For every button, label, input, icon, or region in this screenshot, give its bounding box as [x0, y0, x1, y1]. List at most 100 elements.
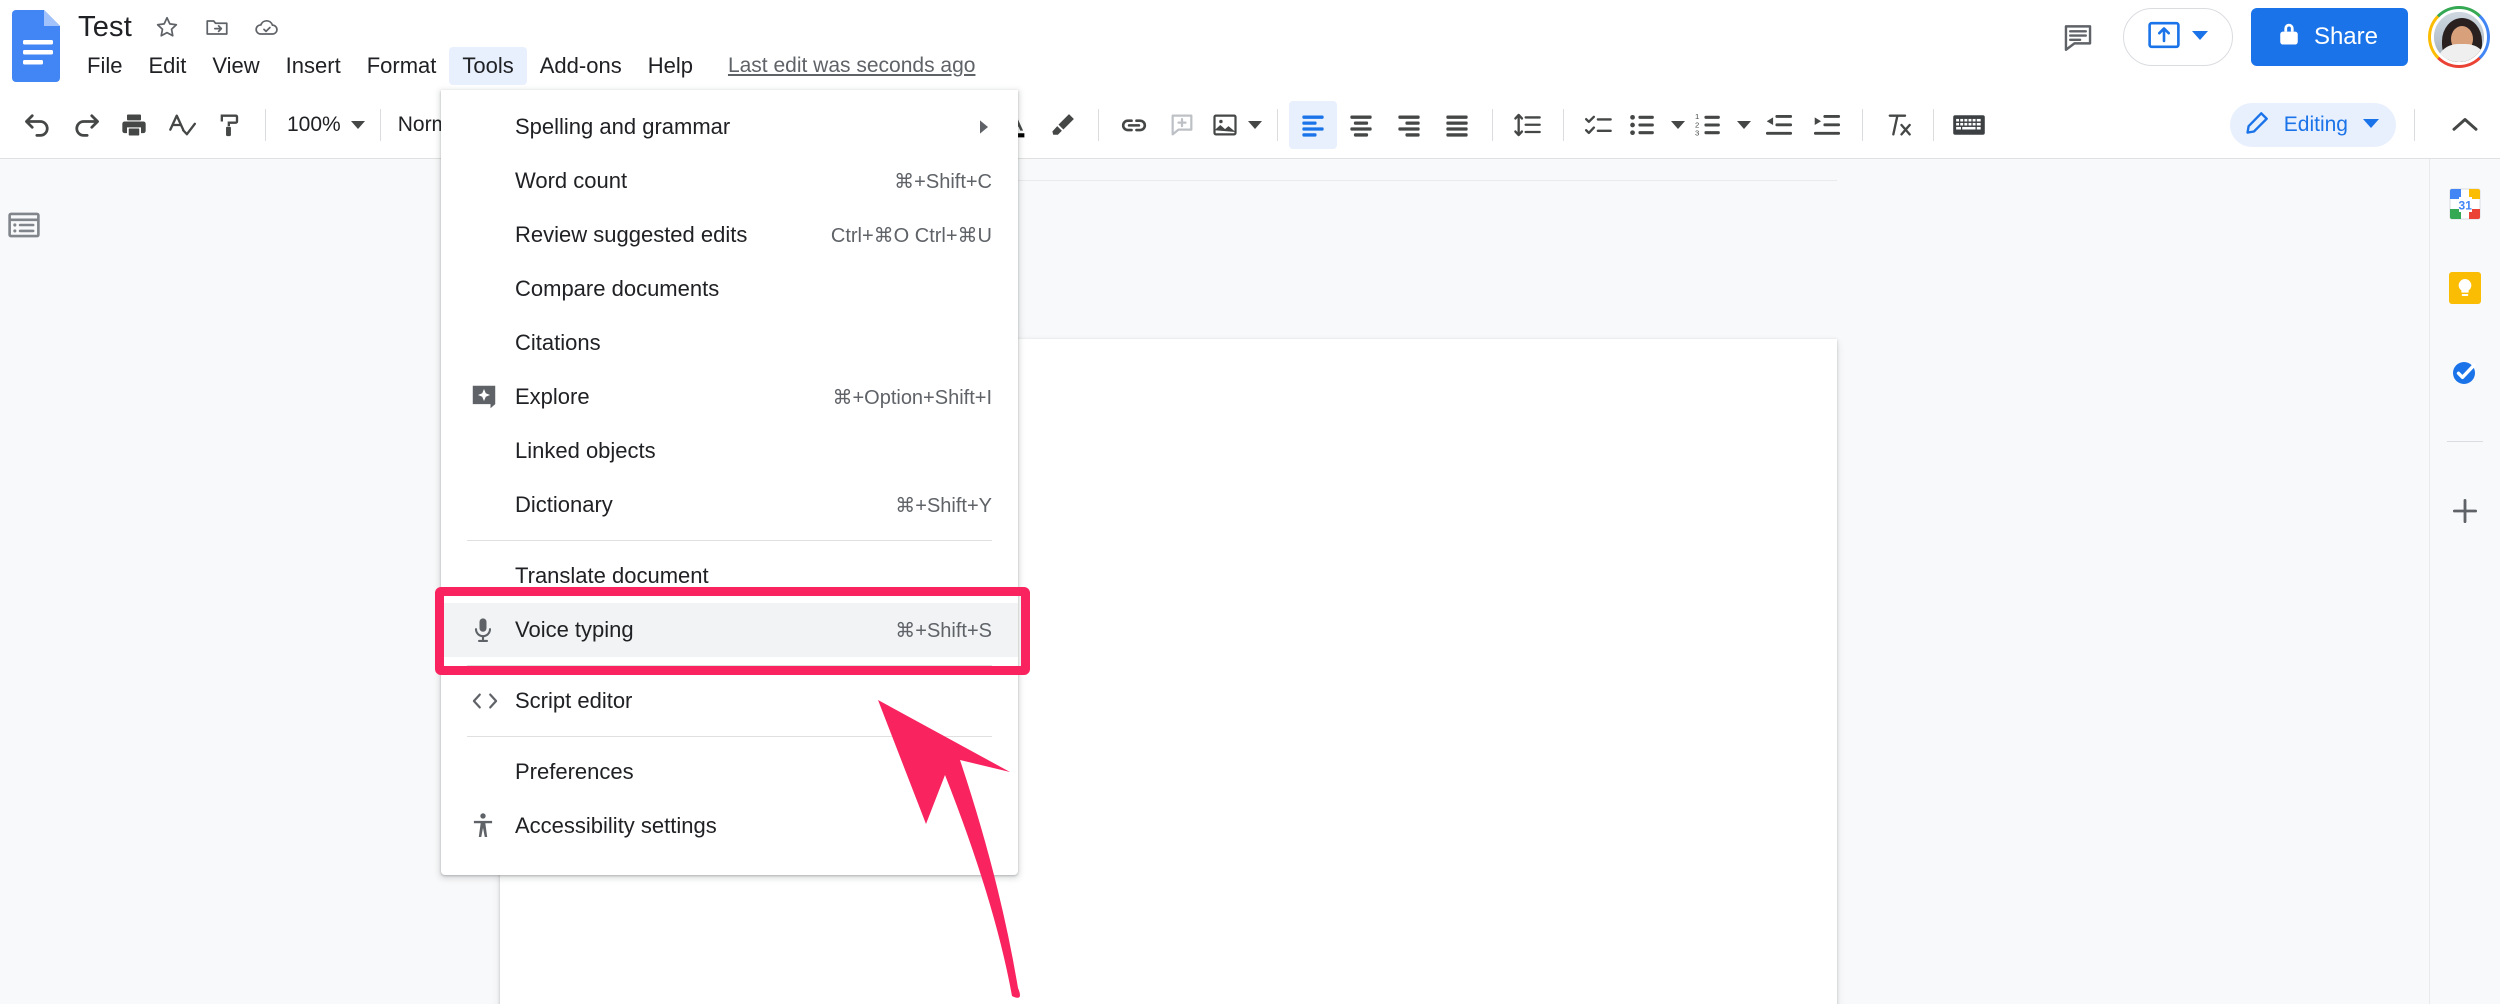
menu-item-translate-document[interactable]: Translate document — [441, 549, 1018, 603]
undo-icon[interactable] — [14, 101, 62, 149]
spellcheck-icon[interactable] — [158, 101, 206, 149]
highlight-color-icon[interactable] — [1039, 101, 1087, 149]
star-icon[interactable] — [152, 12, 182, 42]
menu-item-linked-objects[interactable]: Linked objects — [441, 424, 1018, 478]
menu-item-explore[interactable]: Explore ⌘+Option+Shift+I — [441, 370, 1018, 424]
menu-help[interactable]: Help — [635, 47, 706, 85]
menu-tools[interactable]: Tools — [449, 47, 526, 85]
add-comment-icon[interactable] — [1158, 101, 1206, 149]
menu-format[interactable]: Format — [354, 47, 450, 85]
checklist-icon[interactable] — [1575, 101, 1623, 149]
code-brackets-icon — [471, 690, 515, 712]
menu-item-label: Translate document — [515, 563, 992, 589]
user-avatar[interactable] — [2428, 6, 2490, 68]
line-spacing-icon[interactable] — [1504, 101, 1552, 149]
menu-item-label: Preferences — [515, 759, 992, 785]
submenu-arrow-icon — [976, 119, 992, 135]
link-icon[interactable] — [1110, 101, 1158, 149]
menu-item-word-count[interactable]: Word count ⌘+Shift+C — [441, 154, 1018, 208]
pencil-icon — [2244, 110, 2270, 141]
present-button[interactable] — [2123, 8, 2233, 66]
document-outline-icon[interactable] — [4, 205, 44, 245]
editor-workspace — [0, 159, 2500, 1004]
toolbar-divider — [1933, 109, 1934, 141]
input-tools-icon[interactable] — [1945, 101, 1993, 149]
menu-item-preferences[interactable]: Preferences — [441, 745, 1018, 799]
google-docs-logo-icon — [10, 8, 66, 82]
menu-item-label: Voice typing — [515, 617, 879, 643]
toolbar-divider — [1277, 109, 1278, 141]
present-dropdown-caret-icon[interactable] — [2191, 28, 2209, 46]
menu-item-compare-documents[interactable]: Compare documents — [441, 262, 1018, 316]
toolbar-divider — [1098, 109, 1099, 141]
editing-mode-button[interactable]: Editing — [2230, 103, 2396, 147]
menu-item-label: Explore — [515, 384, 816, 410]
add-on-plus-icon[interactable] — [2444, 490, 2486, 532]
menu-item-shortcut: ⌘+Shift+Y — [895, 493, 992, 518]
google-calendar-icon[interactable]: 31 — [2444, 183, 2486, 225]
decrease-indent-icon[interactable] — [1755, 101, 1803, 149]
move-to-folder-icon[interactable] — [202, 12, 232, 42]
menu-add-ons[interactable]: Add-ons — [527, 47, 635, 85]
chevron-up-icon[interactable] — [2440, 101, 2490, 149]
header-actions: Share — [2049, 4, 2490, 70]
menu-item-shortcut: Ctrl+⌘O Ctrl+⌘U — [831, 223, 992, 248]
align-center-icon[interactable] — [1337, 101, 1385, 149]
chevron-down-icon — [351, 121, 365, 129]
editing-mode-label: Editing — [2284, 113, 2348, 137]
cloud-saved-icon[interactable] — [252, 12, 282, 42]
document-title[interactable]: Test — [78, 7, 132, 47]
menu-item-label: Review suggested edits — [515, 222, 815, 248]
increase-indent-icon[interactable] — [1803, 101, 1851, 149]
menu-item-shortcut: ⌘+Shift+C — [894, 169, 992, 194]
rail-divider — [2447, 441, 2483, 442]
align-right-icon[interactable] — [1385, 101, 1433, 149]
menu-bar: File Edit View Insert Format Tools Add-o… — [74, 46, 975, 86]
chevron-down-icon — [1737, 121, 1751, 129]
last-edit-status[interactable]: Last edit was seconds ago — [728, 54, 976, 78]
menu-item-shortcut: ⌘+Option+Shift+I — [832, 385, 992, 410]
print-icon[interactable] — [110, 101, 158, 149]
bulleted-list-icon[interactable] — [1623, 101, 1689, 149]
menu-item-accessibility-settings[interactable]: Accessibility settings — [441, 799, 1018, 853]
chevron-down-icon — [1248, 121, 1262, 129]
menu-item-label: Dictionary — [515, 492, 879, 518]
menu-item-citations[interactable]: Citations — [441, 316, 1018, 370]
menu-item-label: Accessibility settings — [515, 813, 992, 839]
menu-item-spelling-and-grammar[interactable]: Spelling and grammar — [441, 100, 1018, 154]
menu-item-voice-typing[interactable]: Voice typing ⌘+Shift+S — [441, 603, 1018, 657]
menu-item-review-suggested-edits[interactable]: Review suggested edits Ctrl+⌘O Ctrl+⌘U — [441, 208, 1018, 262]
share-button[interactable]: Share — [2251, 8, 2408, 66]
menu-item-script-editor[interactable]: Script editor — [441, 674, 1018, 728]
toolbar-divider — [1563, 109, 1564, 141]
menu-item-dictionary[interactable]: Dictionary ⌘+Shift+Y — [441, 478, 1018, 532]
zoom-control[interactable]: 100% — [277, 113, 369, 137]
menu-item-label: Word count — [515, 168, 878, 194]
google-docs-window: Test File Edit Vi — [0, 0, 2500, 1004]
svg-text:3: 3 — [1695, 129, 1699, 138]
image-icon[interactable] — [1206, 101, 1266, 149]
menu-item-label: Linked objects — [515, 438, 992, 464]
menu-file[interactable]: File — [74, 47, 135, 85]
align-left-icon[interactable] — [1289, 101, 1337, 149]
google-tasks-icon[interactable] — [2444, 351, 2486, 393]
present-icon — [2147, 20, 2181, 55]
document-title-row: Test — [78, 6, 282, 48]
menu-insert[interactable]: Insert — [273, 47, 354, 85]
toolbar-divider — [2414, 109, 2415, 141]
redo-icon[interactable] — [62, 101, 110, 149]
menu-divider — [467, 736, 992, 737]
accessibility-icon — [471, 812, 515, 840]
comment-history-icon[interactable] — [2049, 8, 2107, 66]
menu-edit[interactable]: Edit — [135, 47, 199, 85]
toolbar-divider — [380, 109, 381, 141]
clear-formatting-icon[interactable] — [1874, 101, 1922, 149]
numbered-list-icon[interactable]: 1 2 3 — [1689, 101, 1755, 149]
paint-format-icon[interactable] — [206, 101, 254, 149]
share-button-label: Share — [2314, 23, 2378, 51]
menu-view[interactable]: View — [199, 47, 272, 85]
google-keep-icon[interactable] — [2444, 267, 2486, 309]
explore-icon — [471, 384, 515, 410]
menu-divider — [467, 665, 992, 666]
align-justify-icon[interactable] — [1433, 101, 1481, 149]
